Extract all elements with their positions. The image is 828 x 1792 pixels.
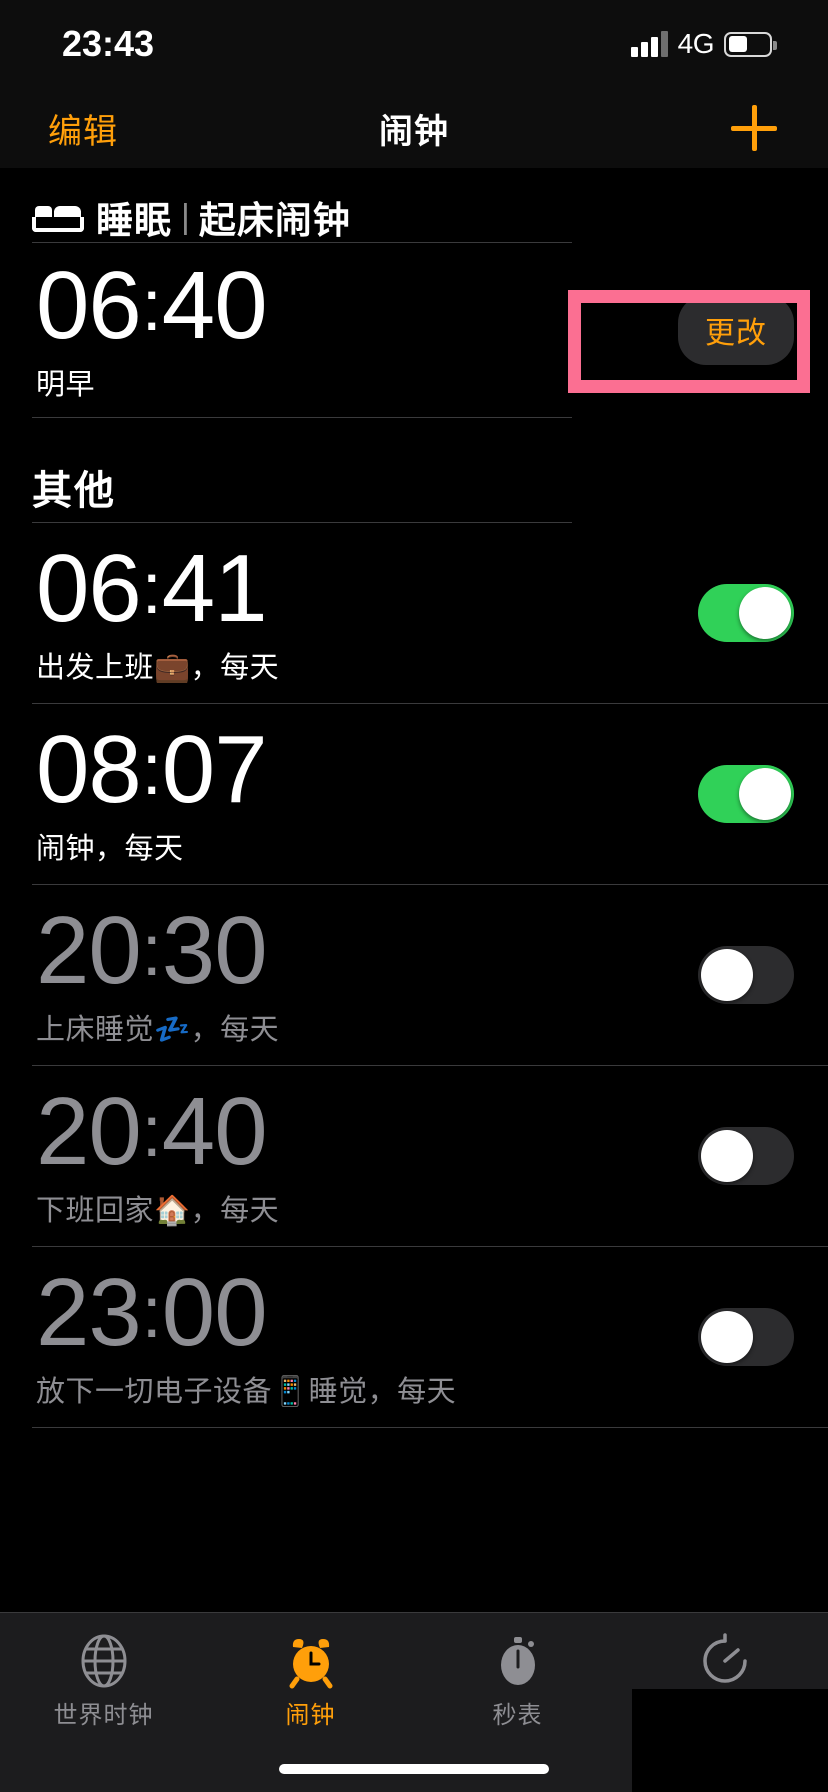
alarm-list: 睡眠 | 起床闹钟 06:40 明早 更改 其他 06:41出发上班💼，每天08… xyxy=(0,168,828,1612)
screen-corner-mask xyxy=(632,1689,828,1792)
alarm-minute: 41 xyxy=(162,535,267,642)
alarm-toggle[interactable] xyxy=(698,584,794,642)
alarm-info: 20:40 下班回家🏠，每天 xyxy=(36,1083,279,1229)
wake-alarm-colon: : xyxy=(142,266,161,346)
globe-icon xyxy=(76,1633,132,1689)
alarm-time: 20:40 xyxy=(36,1083,279,1181)
stopwatch-icon xyxy=(490,1633,546,1689)
sleep-section-title: 睡眠 xyxy=(96,190,172,244)
other-section-title: 其他 xyxy=(32,458,796,516)
tab-label-world-clock: 世界时钟 xyxy=(54,1695,154,1730)
alarm-minute: 07 xyxy=(162,716,267,823)
alarm-toggle[interactable] xyxy=(698,946,794,1004)
alarm-row[interactable]: 23:00放下一切电子设备📱睡觉，每天 xyxy=(0,1247,828,1427)
timer-icon xyxy=(697,1633,753,1689)
alarm-colon: : xyxy=(142,911,161,991)
alarm-minute: 40 xyxy=(162,1078,267,1185)
alarm-row[interactable]: 20:40下班回家🏠，每天 xyxy=(0,1066,828,1246)
tab-bar: 世界时钟 闹钟 秒表 xyxy=(0,1612,828,1792)
alarm-clock-icon xyxy=(283,1633,339,1689)
wake-alarm-subtitle: 明早 xyxy=(36,361,267,403)
bed-icon xyxy=(32,200,84,234)
wake-alarm-hour: 06 xyxy=(36,252,141,359)
home-indicator[interactable] xyxy=(279,1764,549,1774)
alarm-colon: : xyxy=(142,730,161,810)
tab-label-alarm: 闹钟 xyxy=(286,1695,336,1730)
alarm-subtitle: 闹钟，每天 xyxy=(36,825,267,867)
alarm-minute: 00 xyxy=(162,1259,267,1366)
alarm-time: 08:07 xyxy=(36,721,267,819)
alarm-rows-container: 06:41出发上班💼，每天08:07闹钟，每天20:30上床睡觉💤，每天20:4… xyxy=(0,523,828,1428)
alarm-hour: 06 xyxy=(36,535,141,642)
alarm-hour: 08 xyxy=(36,716,141,823)
alarm-info: 20:30 上床睡觉💤，每天 xyxy=(36,902,279,1048)
alarm-subtitle: 出发上班💼，每天 xyxy=(36,644,279,686)
alarm-toggle[interactable] xyxy=(698,765,794,823)
alarm-time: 20:30 xyxy=(36,902,279,1000)
sleep-section-header[interactable]: 睡眠 | 起床闹钟 xyxy=(0,168,828,242)
battery-icon xyxy=(724,32,772,57)
alarm-time: 06:41 xyxy=(36,540,279,638)
status-bar: 23:43 4G xyxy=(0,0,828,88)
alarm-subtitle: 放下一切电子设备📱睡觉，每天 xyxy=(36,1368,456,1410)
status-bar-indicators: 4G xyxy=(631,28,772,60)
tab-world-clock[interactable]: 世界时钟 xyxy=(0,1613,207,1792)
toggle-knob xyxy=(701,949,753,1001)
alarm-subtitle: 下班回家🏠，每天 xyxy=(36,1187,279,1229)
toggle-knob xyxy=(739,587,791,639)
alarm-info: 08:07 闹钟，每天 xyxy=(36,721,267,867)
sleep-section-subtitle: 起床闹钟 xyxy=(199,190,351,244)
status-bar-time: 23:43 xyxy=(62,23,154,65)
wake-alarm-time: 06:40 xyxy=(36,257,267,355)
alarm-minute: 30 xyxy=(162,897,267,1004)
wake-alarm-row[interactable]: 06:40 明早 更改 xyxy=(0,243,828,417)
tab-label-stopwatch: 秒表 xyxy=(493,1695,543,1730)
alarm-time: 23:00 xyxy=(36,1264,456,1362)
alarm-colon: : xyxy=(142,1092,161,1172)
alarm-row[interactable]: 20:30上床睡觉💤，每天 xyxy=(0,885,828,1065)
divider xyxy=(32,1427,828,1428)
alarm-hour: 20 xyxy=(36,1078,141,1185)
alarm-toggle[interactable] xyxy=(698,1127,794,1185)
page-title: 闹钟 xyxy=(0,104,828,153)
other-section-header: 其他 xyxy=(0,418,828,522)
alarm-colon: : xyxy=(142,1273,161,1353)
alarm-hour: 23 xyxy=(36,1259,141,1366)
plus-icon[interactable] xyxy=(728,102,780,154)
alarm-colon: : xyxy=(142,549,161,629)
change-button[interactable]: 更改 xyxy=(678,295,794,365)
signal-bars-icon xyxy=(631,31,668,57)
alarm-subtitle: 上床睡觉💤，每天 xyxy=(36,1006,279,1048)
navigation-bar: 编辑 闹钟 xyxy=(0,88,828,168)
wake-alarm-minute: 40 xyxy=(162,252,267,359)
wake-alarm-info: 06:40 明早 xyxy=(0,257,267,403)
clock-app-screen: 23:43 4G 编辑 闹钟 睡眠 | 起床闹钟 xyxy=(0,0,828,1792)
status-bar-network: 4G xyxy=(678,28,714,60)
toggle-knob xyxy=(701,1130,753,1182)
toggle-knob xyxy=(701,1311,753,1363)
edit-button[interactable]: 编辑 xyxy=(48,104,118,153)
toggle-knob xyxy=(739,768,791,820)
alarm-row[interactable]: 06:41出发上班💼，每天 xyxy=(0,523,828,703)
sleep-section-separator: | xyxy=(181,198,190,237)
alarm-row[interactable]: 08:07闹钟，每天 xyxy=(0,704,828,884)
alarm-hour: 20 xyxy=(36,897,141,1004)
alarm-info: 23:00 放下一切电子设备📱睡觉，每天 xyxy=(36,1264,456,1410)
alarm-toggle[interactable] xyxy=(698,1308,794,1366)
alarm-info: 06:41 出发上班💼，每天 xyxy=(36,540,279,686)
